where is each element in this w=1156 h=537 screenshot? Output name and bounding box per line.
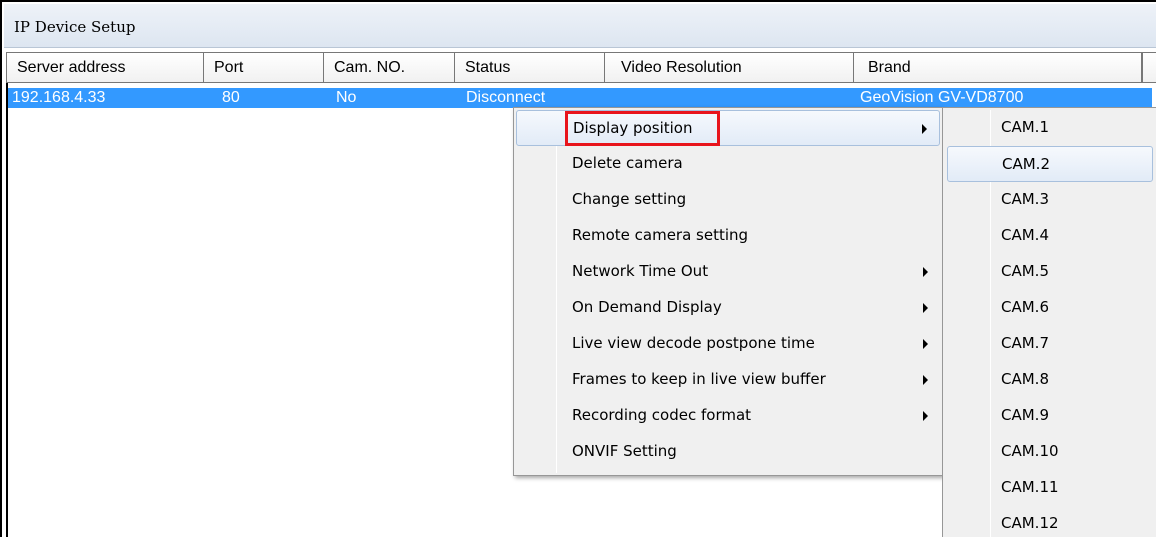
menu-item-on-demand-display[interactable]: On Demand Display: [516, 290, 940, 326]
menu-item-frames-to-keep-in-live-view-buffer[interactable]: Frames to keep in live view buffer: [516, 362, 940, 398]
header-scroll-corner: [1142, 52, 1156, 83]
cell-brand: GeoVision GV-VD8700: [860, 89, 1024, 106]
column-header-server-address[interactable]: Server address: [6, 52, 204, 83]
submenu-item-label: CAM.2: [1002, 155, 1050, 173]
submenu-item-label: CAM.11: [1001, 478, 1059, 496]
submenu-arrow-icon: [923, 339, 928, 349]
menu-item-onvif-setting[interactable]: ONVIF Setting: [516, 434, 940, 470]
submenu-arrow-icon: [923, 267, 928, 277]
submenu-item-label: CAM.7: [1001, 334, 1049, 352]
submenu-item-cam-2[interactable]: CAM.2: [947, 146, 1153, 182]
submenu-item-label: CAM.5: [1001, 262, 1049, 280]
submenu-item-cam-6[interactable]: CAM.6: [947, 290, 1153, 326]
submenu-item-label: CAM.8: [1001, 370, 1049, 388]
submenu-arrow-icon: [923, 303, 928, 313]
cell-port: 80: [222, 89, 240, 106]
table-header: Server address Port Cam. NO. Status Vide…: [6, 52, 1142, 83]
annotation-highlight-box: [565, 111, 720, 146]
display-position-submenu: CAM.1 CAM.2 CAM.3 CAM.4 CAM.5 CAM.6 CAM.…: [942, 107, 1156, 537]
cell-status: Disconnect: [466, 89, 546, 106]
submenu-item-cam-8[interactable]: CAM.8: [947, 362, 1153, 398]
submenu-arrow-icon: [923, 375, 928, 385]
column-header-port[interactable]: Port: [204, 52, 324, 83]
title-bar: IP Device Setup: [4, 4, 1156, 48]
submenu-item-label: CAM.9: [1001, 406, 1049, 424]
submenu-item-label: CAM.1: [1001, 118, 1049, 136]
submenu-item-cam-5[interactable]: CAM.5: [947, 254, 1153, 290]
menu-item-label: Frames to keep in live view buffer: [572, 370, 826, 388]
submenu-item-label: CAM.4: [1001, 226, 1049, 244]
submenu-item-label: CAM.10: [1001, 442, 1059, 460]
menu-item-change-setting[interactable]: Change setting: [516, 182, 940, 218]
table-row[interactable]: 192.168.4.33 80 No Disconnect GeoVision …: [8, 88, 1152, 108]
cell-cam-no: No: [336, 89, 357, 106]
menu-item-label: Network Time Out: [572, 262, 709, 280]
menu-item-live-view-decode-postpone-time[interactable]: Live view decode postpone time: [516, 326, 940, 362]
menu-item-label: Recording codec format: [572, 406, 752, 424]
submenu-item-label: CAM.6: [1001, 298, 1049, 316]
menu-item-label: Live view decode postpone time: [572, 334, 815, 352]
submenu-item-cam-12[interactable]: CAM.12: [947, 506, 1153, 537]
submenu-item-cam-7[interactable]: CAM.7: [947, 326, 1153, 362]
submenu-item-cam-1[interactable]: CAM.1: [947, 110, 1153, 146]
menu-item-recording-codec-format[interactable]: Recording codec format: [516, 398, 940, 434]
submenu-item-cam-10[interactable]: CAM.10: [947, 434, 1153, 470]
window-title: IP Device Setup: [14, 18, 136, 36]
menu-item-label: Delete camera: [572, 154, 683, 172]
menu-item-network-time-out[interactable]: Network Time Out: [516, 254, 940, 290]
column-header-cam-no[interactable]: Cam. NO.: [324, 52, 455, 83]
submenu-item-label: CAM.12: [1001, 514, 1059, 532]
submenu-item-cam-11[interactable]: CAM.11: [947, 470, 1153, 506]
menu-item-delete-camera[interactable]: Delete camera: [516, 146, 940, 182]
submenu-item-label: CAM.3: [1001, 190, 1049, 208]
submenu-arrow-icon: [922, 124, 927, 134]
submenu-item-cam-3[interactable]: CAM.3: [947, 182, 1153, 218]
menu-item-label: ONVIF Setting: [572, 442, 677, 460]
menu-item-label: Change setting: [572, 190, 687, 208]
context-menu: Display position Delete camera Change se…: [513, 107, 943, 476]
menu-item-label: Remote camera setting: [572, 226, 749, 244]
column-header-video-resolution[interactable]: Video Resolution: [605, 52, 854, 83]
cell-server-address: 192.168.4.33: [12, 89, 106, 106]
column-header-status[interactable]: Status: [455, 52, 605, 83]
menu-item-label: On Demand Display: [572, 298, 722, 316]
submenu-item-cam-4[interactable]: CAM.4: [947, 218, 1153, 254]
submenu-arrow-icon: [923, 411, 928, 421]
column-header-brand[interactable]: Brand: [854, 52, 1142, 83]
menu-item-remote-camera-setting[interactable]: Remote camera setting: [516, 218, 940, 254]
submenu-item-cam-9[interactable]: CAM.9: [947, 398, 1153, 434]
